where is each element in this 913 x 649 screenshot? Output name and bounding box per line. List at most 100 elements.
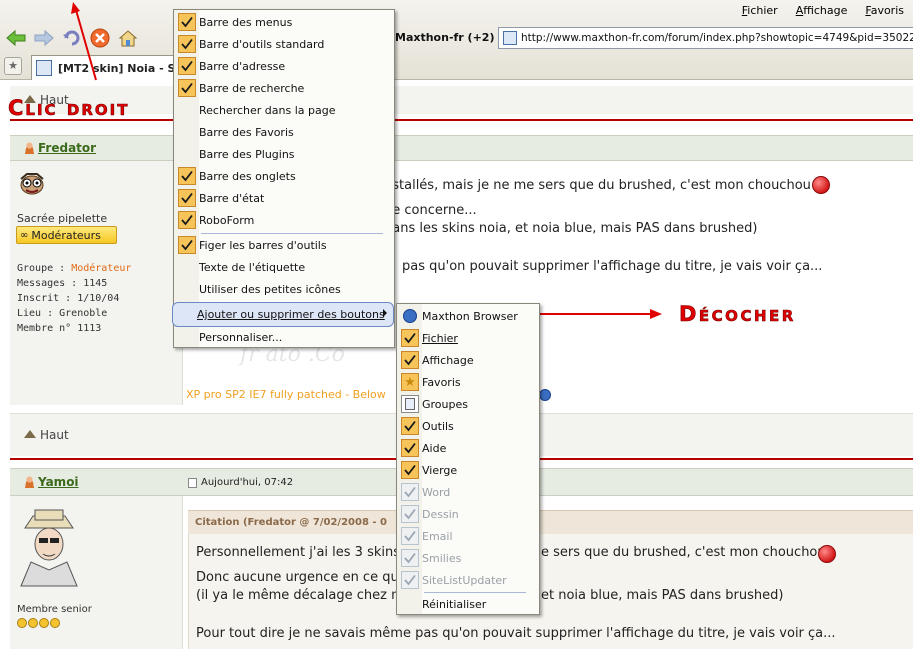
check-icon xyxy=(401,527,419,545)
home-button[interactable] xyxy=(116,26,140,50)
forward-button[interactable] xyxy=(32,26,56,50)
haut-label: Haut xyxy=(40,428,69,442)
smiley-icon xyxy=(812,176,830,197)
badge-label: Modérateurs xyxy=(31,228,101,242)
buttons-submenu: Maxthon Browser Fichier Affichage ★ Favo… xyxy=(396,303,540,615)
check-icon xyxy=(178,57,196,75)
groups-icon xyxy=(401,395,419,413)
annotation-arrow-icon xyxy=(71,2,97,81)
up-arrow-icon xyxy=(24,430,36,438)
address-url[interactable]: http://www.maxthon-fr.com/forum/index.ph… xyxy=(521,32,913,44)
favorite-star-icon[interactable]: ★ xyxy=(4,57,22,75)
menu-item-barre-onglets[interactable]: Barre des onglets xyxy=(175,165,393,187)
location: Lieu : Grenoble xyxy=(17,308,108,319)
menu-item-barre-plugins[interactable]: Barre des Plugins xyxy=(175,143,393,165)
menu-item-barre-outils-standard[interactable]: Barre d'outils standard xyxy=(175,33,393,55)
menu-item-roboform[interactable]: RoboForm xyxy=(175,209,393,231)
menu-item-rechercher-page[interactable]: Rechercher dans la page xyxy=(175,99,393,121)
quote-text-line: et noia blue, mais PAS dans brushed) xyxy=(541,588,784,603)
check-icon xyxy=(178,79,196,97)
member-rank: Sacrée pipelette xyxy=(17,212,108,225)
page-icon xyxy=(503,31,517,45)
menu-item-barre-etat[interactable]: Barre d'état xyxy=(175,187,393,209)
check-icon xyxy=(401,461,419,479)
rank-pip-icon xyxy=(39,618,49,628)
username-link[interactable]: Fredator xyxy=(38,141,96,155)
quote-author: Citation (Fredator @ 7/02/2008 - 0 xyxy=(195,517,387,528)
submenu-item-word: Word xyxy=(398,481,538,503)
menu-item-barre-favoris[interactable]: Barre des Favoris xyxy=(175,121,393,143)
rank-pip-icon xyxy=(50,618,60,628)
address-tab-label: Maxthon-fr (+2) xyxy=(395,31,495,44)
menu-bar: Fichier Affichage Favoris xyxy=(733,2,913,20)
join-date: Inscrit : 1/10/04 xyxy=(17,293,120,304)
smiley-icon xyxy=(818,545,836,566)
submenu-item-maxthon-browser[interactable]: Maxthon Browser xyxy=(398,305,538,327)
check-icon xyxy=(401,351,419,369)
check-icon xyxy=(178,167,196,185)
submenu-item-sitelistupdater: SiteListUpdater xyxy=(398,569,538,591)
moderators-badge[interactable]: ∞ Modérateurs xyxy=(16,226,117,244)
maxthon-icon xyxy=(539,389,551,401)
check-icon xyxy=(178,13,196,31)
menu-item-barre-adresse[interactable]: Barre d'adresse xyxy=(175,55,393,77)
quote-header: Citation (Fredator @ 7/02/2008 - 0 xyxy=(188,510,913,534)
submenu-item-smilies: Smilies xyxy=(398,547,538,569)
post-icon xyxy=(188,477,197,488)
check-icon xyxy=(401,483,419,501)
avatar xyxy=(17,506,79,588)
maxthon-icon xyxy=(401,307,419,325)
menu-item-barre-menus[interactable]: Barre des menus xyxy=(175,11,393,33)
signature-text: XP pro SP2 IE7 fully patched - Below xyxy=(186,388,386,401)
username-link[interactable]: Yamoi xyxy=(38,475,79,489)
group-value: Modérateur xyxy=(71,263,132,274)
post-header: Fredator xyxy=(10,135,913,161)
toolbar-context-menu: Barre des menus Barre d'outils standard … xyxy=(172,9,395,348)
menu-item-barre-recherche[interactable]: Barre de recherche xyxy=(175,77,393,99)
binoculars-icon: ∞ xyxy=(20,229,29,241)
address-bar[interactable]: http://www.maxthon-fr.com/forum/index.ph… xyxy=(498,27,913,49)
menu-item-ajouter-supprimer-boutons[interactable]: Ajouter ou supprimer des boutons xyxy=(172,302,394,327)
submenu-item-fichier[interactable]: Fichier xyxy=(398,327,538,349)
submenu-item-vierge[interactable]: Vierge xyxy=(398,459,538,481)
check-icon xyxy=(178,236,196,254)
quote-text-line: Personnellement j'ai les 3 skins xyxy=(196,545,401,560)
menu-item-figer-barres[interactable]: Figer les barres d'outils xyxy=(175,234,393,256)
member-rank: Membre senior xyxy=(17,604,92,615)
quote-text-line: (il ya le même décalage chez mo xyxy=(196,588,412,603)
star-icon: ★ xyxy=(401,373,419,391)
submenu-item-outils[interactable]: Outils xyxy=(398,415,538,437)
rank-pip-icon xyxy=(28,618,38,628)
submenu-item-affichage[interactable]: Affichage xyxy=(398,349,538,371)
menu-item-personnaliser[interactable]: Personnaliser... xyxy=(175,326,393,348)
rank-stars xyxy=(17,618,60,628)
post-text-line: pas qu'on pouvait supprimer l'affichage … xyxy=(402,259,823,274)
back-button[interactable] xyxy=(4,26,28,50)
submenu-item-groupes[interactable]: Groupes xyxy=(398,393,538,415)
avatar xyxy=(17,171,45,195)
submenu-item-favoris[interactable]: ★ Favoris xyxy=(398,371,538,393)
submenu-item-reinitialiser[interactable]: Réinitialiser xyxy=(398,593,538,615)
user-icon xyxy=(24,476,35,488)
quote-text-line: e sers que du brushed, c'est mon choucho… xyxy=(541,545,826,560)
menu-item-texte-etiquette[interactable]: Texte de l'étiquette xyxy=(175,256,393,278)
back-to-top-link[interactable]: Haut xyxy=(10,86,913,114)
annotation-decocher: Décocher xyxy=(679,302,796,327)
menu-fichier[interactable]: Fichier xyxy=(733,2,787,20)
post-date: Aujourd'hui, 07:42 xyxy=(201,477,294,488)
post-text-line: dans les skins noia, et noia blue, mais … xyxy=(384,221,758,236)
check-icon xyxy=(401,439,419,457)
annotation-clic-droit: Clic droit xyxy=(8,96,130,121)
member-number: Membre n° 1113 xyxy=(17,323,102,334)
menu-item-petites-icones[interactable]: Utiliser des petites icônes xyxy=(175,278,393,300)
menu-favoris[interactable]: Favoris xyxy=(856,2,913,20)
messages-count: Messages : 1145 xyxy=(17,278,108,289)
check-icon xyxy=(401,329,419,347)
menu-affichage[interactable]: Affichage xyxy=(787,2,857,20)
check-icon xyxy=(401,417,419,435)
check-icon xyxy=(178,211,196,229)
submenu-item-aide[interactable]: Aide xyxy=(398,437,538,459)
divider xyxy=(10,119,913,121)
rank-pip-icon xyxy=(17,618,27,628)
quote-text-line: Donc aucune urgence en ce qui xyxy=(196,570,403,585)
